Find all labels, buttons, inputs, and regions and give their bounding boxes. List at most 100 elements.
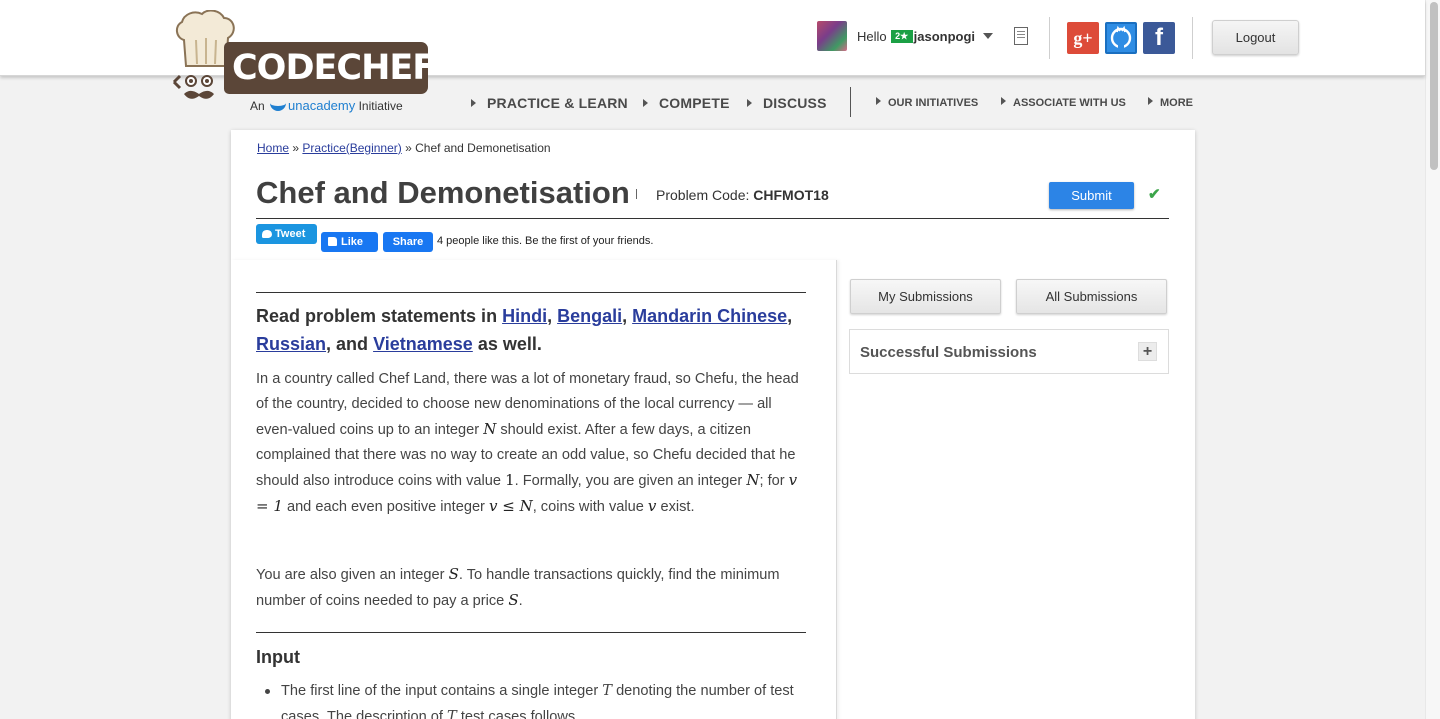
nav-label: COMPETE	[659, 95, 730, 111]
rating-badge: 2★	[890, 29, 913, 43]
problem-card: Home » Practice(Beginner) » Chef and Dem…	[231, 130, 1195, 719]
math-var: N	[746, 471, 760, 489]
text-span: test cases follows.	[460, 709, 580, 719]
nav-label: PRACTICE & LEARN	[487, 95, 628, 111]
text-span: , coins with value	[532, 499, 644, 515]
language-links: Read problem statements in Hindi, Bengal…	[256, 306, 793, 354]
breadcrumb-home-link[interactable]: Home	[257, 141, 289, 155]
avatar[interactable]	[817, 21, 847, 51]
thumbs-up-icon	[328, 237, 337, 246]
like-label: Like	[341, 236, 364, 248]
successful-submissions-panel[interactable]: Successful Submissions +	[849, 329, 1169, 374]
math-var: N	[483, 420, 497, 438]
nav-practice-learn[interactable]: PRACTICE & LEARN	[471, 95, 628, 111]
section-rule	[256, 292, 806, 293]
page-title: Chef and Demonetisation	[256, 175, 630, 210]
triangle-right-icon	[747, 99, 752, 107]
breadcrumb-current: Chef and Demonetisation	[415, 141, 551, 155]
text-span: ; for	[759, 473, 785, 489]
tagline-prefix: An	[250, 99, 265, 113]
my-submissions-button[interactable]: My Submissions	[850, 279, 1001, 314]
math-var: 1	[505, 471, 515, 489]
logout-button[interactable]: Logout	[1212, 20, 1299, 55]
facebook-like-button[interactable]: Like	[321, 232, 378, 252]
text-span: .	[518, 593, 523, 609]
triangle-right-icon	[1001, 97, 1006, 105]
lang-link-bengali[interactable]: Bengali	[557, 306, 622, 326]
tagline-suffix: Initiative	[358, 99, 403, 113]
nav-compete[interactable]: COMPETE	[643, 95, 730, 111]
text-span: You are also given an integer	[256, 567, 445, 583]
all-submissions-button[interactable]: All Submissions	[1016, 279, 1167, 314]
breadcrumb-separator: »	[292, 141, 300, 155]
section-rule	[256, 632, 806, 633]
math-var: S	[448, 565, 459, 583]
langs-prefix: Read problem statements in	[256, 306, 498, 326]
math-var: T	[602, 682, 612, 699]
langs-suffix: as well.	[477, 334, 542, 354]
triangle-right-icon	[1148, 97, 1153, 105]
lang-link-mandarin[interactable]: Mandarin Chinese	[632, 306, 787, 326]
triangle-right-icon	[471, 99, 476, 107]
problem-code: Problem Code: CHFMOT18	[656, 187, 829, 203]
notes-icon[interactable]	[1014, 27, 1028, 45]
text-span: The first line of the input contains a s…	[281, 683, 599, 699]
title-divider	[636, 189, 637, 199]
user-menu[interactable]: Hello 2★ jasonpogi	[817, 21, 994, 51]
header-divider	[1049, 17, 1050, 59]
triangle-right-icon	[876, 97, 881, 105]
scrollbar-thumb[interactable]	[1430, 2, 1438, 170]
submit-button[interactable]: Submit	[1049, 182, 1134, 209]
nav-discuss[interactable]: DISCUSS	[747, 95, 827, 111]
chevron-down-icon[interactable]	[983, 33, 994, 39]
logo-wordmark: CODECHEF	[224, 42, 436, 94]
facebook-icon[interactable]: f	[1143, 22, 1175, 54]
facebook-share-button[interactable]: Share	[383, 232, 433, 252]
breadcrumb: Home » Practice(Beginner) » Chef and Dem…	[257, 141, 551, 155]
nav-label: DISCUSS	[763, 95, 827, 111]
twitter-bird-icon	[262, 230, 272, 238]
text-span: and each even positive integer	[286, 499, 485, 515]
math-var: T	[447, 708, 457, 719]
math-var: S	[508, 591, 519, 609]
unacademy-icon	[270, 101, 287, 111]
header-divider	[1192, 17, 1193, 59]
nav-label: OUR INITIATIVES	[888, 97, 979, 109]
math-expr: v ≤ N	[488, 497, 533, 515]
nav-our-initiatives[interactable]: OUR INITIATIVES	[876, 97, 978, 109]
nav-more[interactable]: MORE	[1148, 97, 1193, 109]
tweet-button[interactable]: Tweet	[256, 224, 317, 244]
nav-divider	[850, 87, 851, 117]
like-count-text: 4 people like this. Be the first of your…	[437, 235, 654, 247]
checkmark-icon: ✔	[1148, 186, 1161, 203]
statement-paragraph: In a country called Chef Land, there was…	[256, 367, 811, 520]
lang-link-vietnamese[interactable]: Vietnamese	[373, 334, 473, 354]
logo-tagline: An unacademy Initiative	[250, 98, 403, 113]
github-icon[interactable]	[1105, 22, 1137, 54]
statement-paragraph: You are also given an integer S. To hand…	[256, 562, 811, 614]
text-span: exist.	[660, 499, 695, 515]
successful-submissions-label: Successful Submissions	[860, 344, 1037, 361]
nav-label: ASSOCIATE WITH US	[1013, 97, 1126, 109]
tweet-label: Tweet	[275, 228, 306, 240]
plus-icon[interactable]: +	[1138, 342, 1157, 361]
input-list: The first line of the input contains a s…	[265, 678, 816, 719]
chef-face-icon	[172, 74, 214, 99]
nav-label: MORE	[1160, 97, 1193, 109]
title-underline	[256, 218, 1169, 219]
problem-code-label: Problem Code:	[656, 187, 750, 203]
bullet-icon	[265, 689, 270, 694]
lang-link-hindi[interactable]: Hindi	[502, 306, 547, 326]
greeting-text: Hello	[857, 28, 887, 44]
username-link[interactable]: jasonpogi	[914, 29, 975, 44]
google-plus-icon[interactable]: g+	[1067, 22, 1099, 54]
breadcrumb-separator: »	[405, 141, 412, 155]
codechef-logo[interactable]: CODECHEF An unacademy Initiative	[170, 10, 436, 118]
nav-associate-with-us[interactable]: ASSOCIATE WITH US	[1001, 97, 1126, 109]
problem-code-value: CHFMOT18	[753, 187, 829, 203]
lang-link-russian[interactable]: Russian	[256, 334, 326, 354]
tagline-brand: unacademy	[288, 98, 356, 113]
scrollbar[interactable]	[1425, 0, 1440, 719]
breadcrumb-practice-link[interactable]: Practice(Beginner)	[302, 141, 401, 155]
text-span: . Formally, you are given an integer	[514, 473, 743, 489]
